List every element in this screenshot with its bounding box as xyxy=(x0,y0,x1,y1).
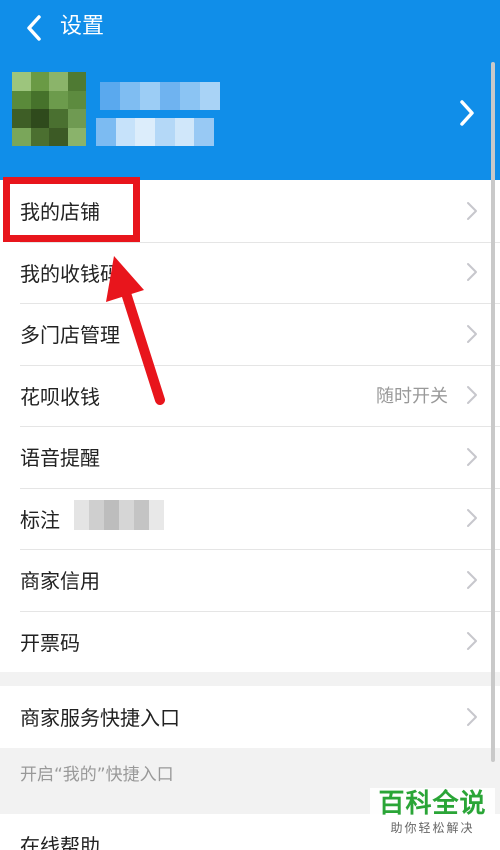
settings-list: 我的店铺 我的收钱码 多门店管理 花呗收钱 随时开关 语音提醒 标注 商家信用 … xyxy=(0,180,500,672)
back-button[interactable] xyxy=(14,10,54,46)
profile-entry-button[interactable] xyxy=(452,96,482,130)
scrollbar[interactable] xyxy=(491,62,495,762)
menu-item-label: 语音提醒 xyxy=(20,446,100,471)
chevron-right-icon xyxy=(467,447,477,466)
shortcut-hint: 开启“我的”快捷入口 xyxy=(20,765,174,785)
profile-account-blurred xyxy=(96,118,215,146)
menu-item-label: 花呗收钱 xyxy=(20,384,100,409)
annotation-blurred xyxy=(74,500,164,530)
highlight-box xyxy=(3,177,140,242)
chevron-right-icon xyxy=(467,707,477,726)
shortcut-section: 商家服务快捷入口 xyxy=(0,686,500,748)
menu-item-label: 商家信用 xyxy=(20,569,100,594)
menu-item-voice-alert[interactable]: 语音提醒 xyxy=(0,426,500,488)
chevron-right-icon xyxy=(467,324,477,343)
menu-item-payment-code[interactable]: 我的收钱码 xyxy=(0,241,500,304)
menu-item-label: 开票码 xyxy=(20,630,80,655)
chevron-right-icon xyxy=(467,386,477,405)
app-header: 设置 xyxy=(0,0,500,180)
page-title: 设置 xyxy=(60,14,105,39)
watermark-sub-text: 助你轻松解决 xyxy=(390,821,475,835)
chevron-right-icon xyxy=(467,263,477,282)
menu-item-value: 随时开关 xyxy=(376,386,448,408)
watermark-main-text: 百科全说 xyxy=(378,789,487,819)
menu-item-huabei[interactable]: 花呗收钱 随时开关 xyxy=(0,364,500,427)
menu-item-label: 标注 xyxy=(20,507,60,532)
watermark-logo: 百科全说 助你轻松解决 xyxy=(370,788,495,840)
menu-item-multi-store[interactable]: 多门店管理 xyxy=(0,303,500,365)
chevron-right-icon xyxy=(467,201,477,220)
avatar[interactable] xyxy=(12,72,86,146)
chevron-right-icon xyxy=(460,100,474,126)
chevron-right-icon xyxy=(467,570,477,589)
menu-item-merchant-shortcut[interactable]: 商家服务快捷入口 xyxy=(0,686,500,748)
chevron-left-icon xyxy=(27,15,41,41)
chevron-right-icon xyxy=(467,509,477,528)
red-arrow-icon xyxy=(106,256,165,405)
menu-item-label: 在线帮助 xyxy=(20,834,100,850)
menu-item-invoice-code[interactable]: 开票码 xyxy=(0,610,500,673)
profile-name-blurred xyxy=(100,82,220,110)
menu-item-label: 商家服务快捷入口 xyxy=(20,706,180,731)
menu-item-merchant-credit[interactable]: 商家信用 xyxy=(0,549,500,611)
chevron-right-icon xyxy=(467,632,477,651)
